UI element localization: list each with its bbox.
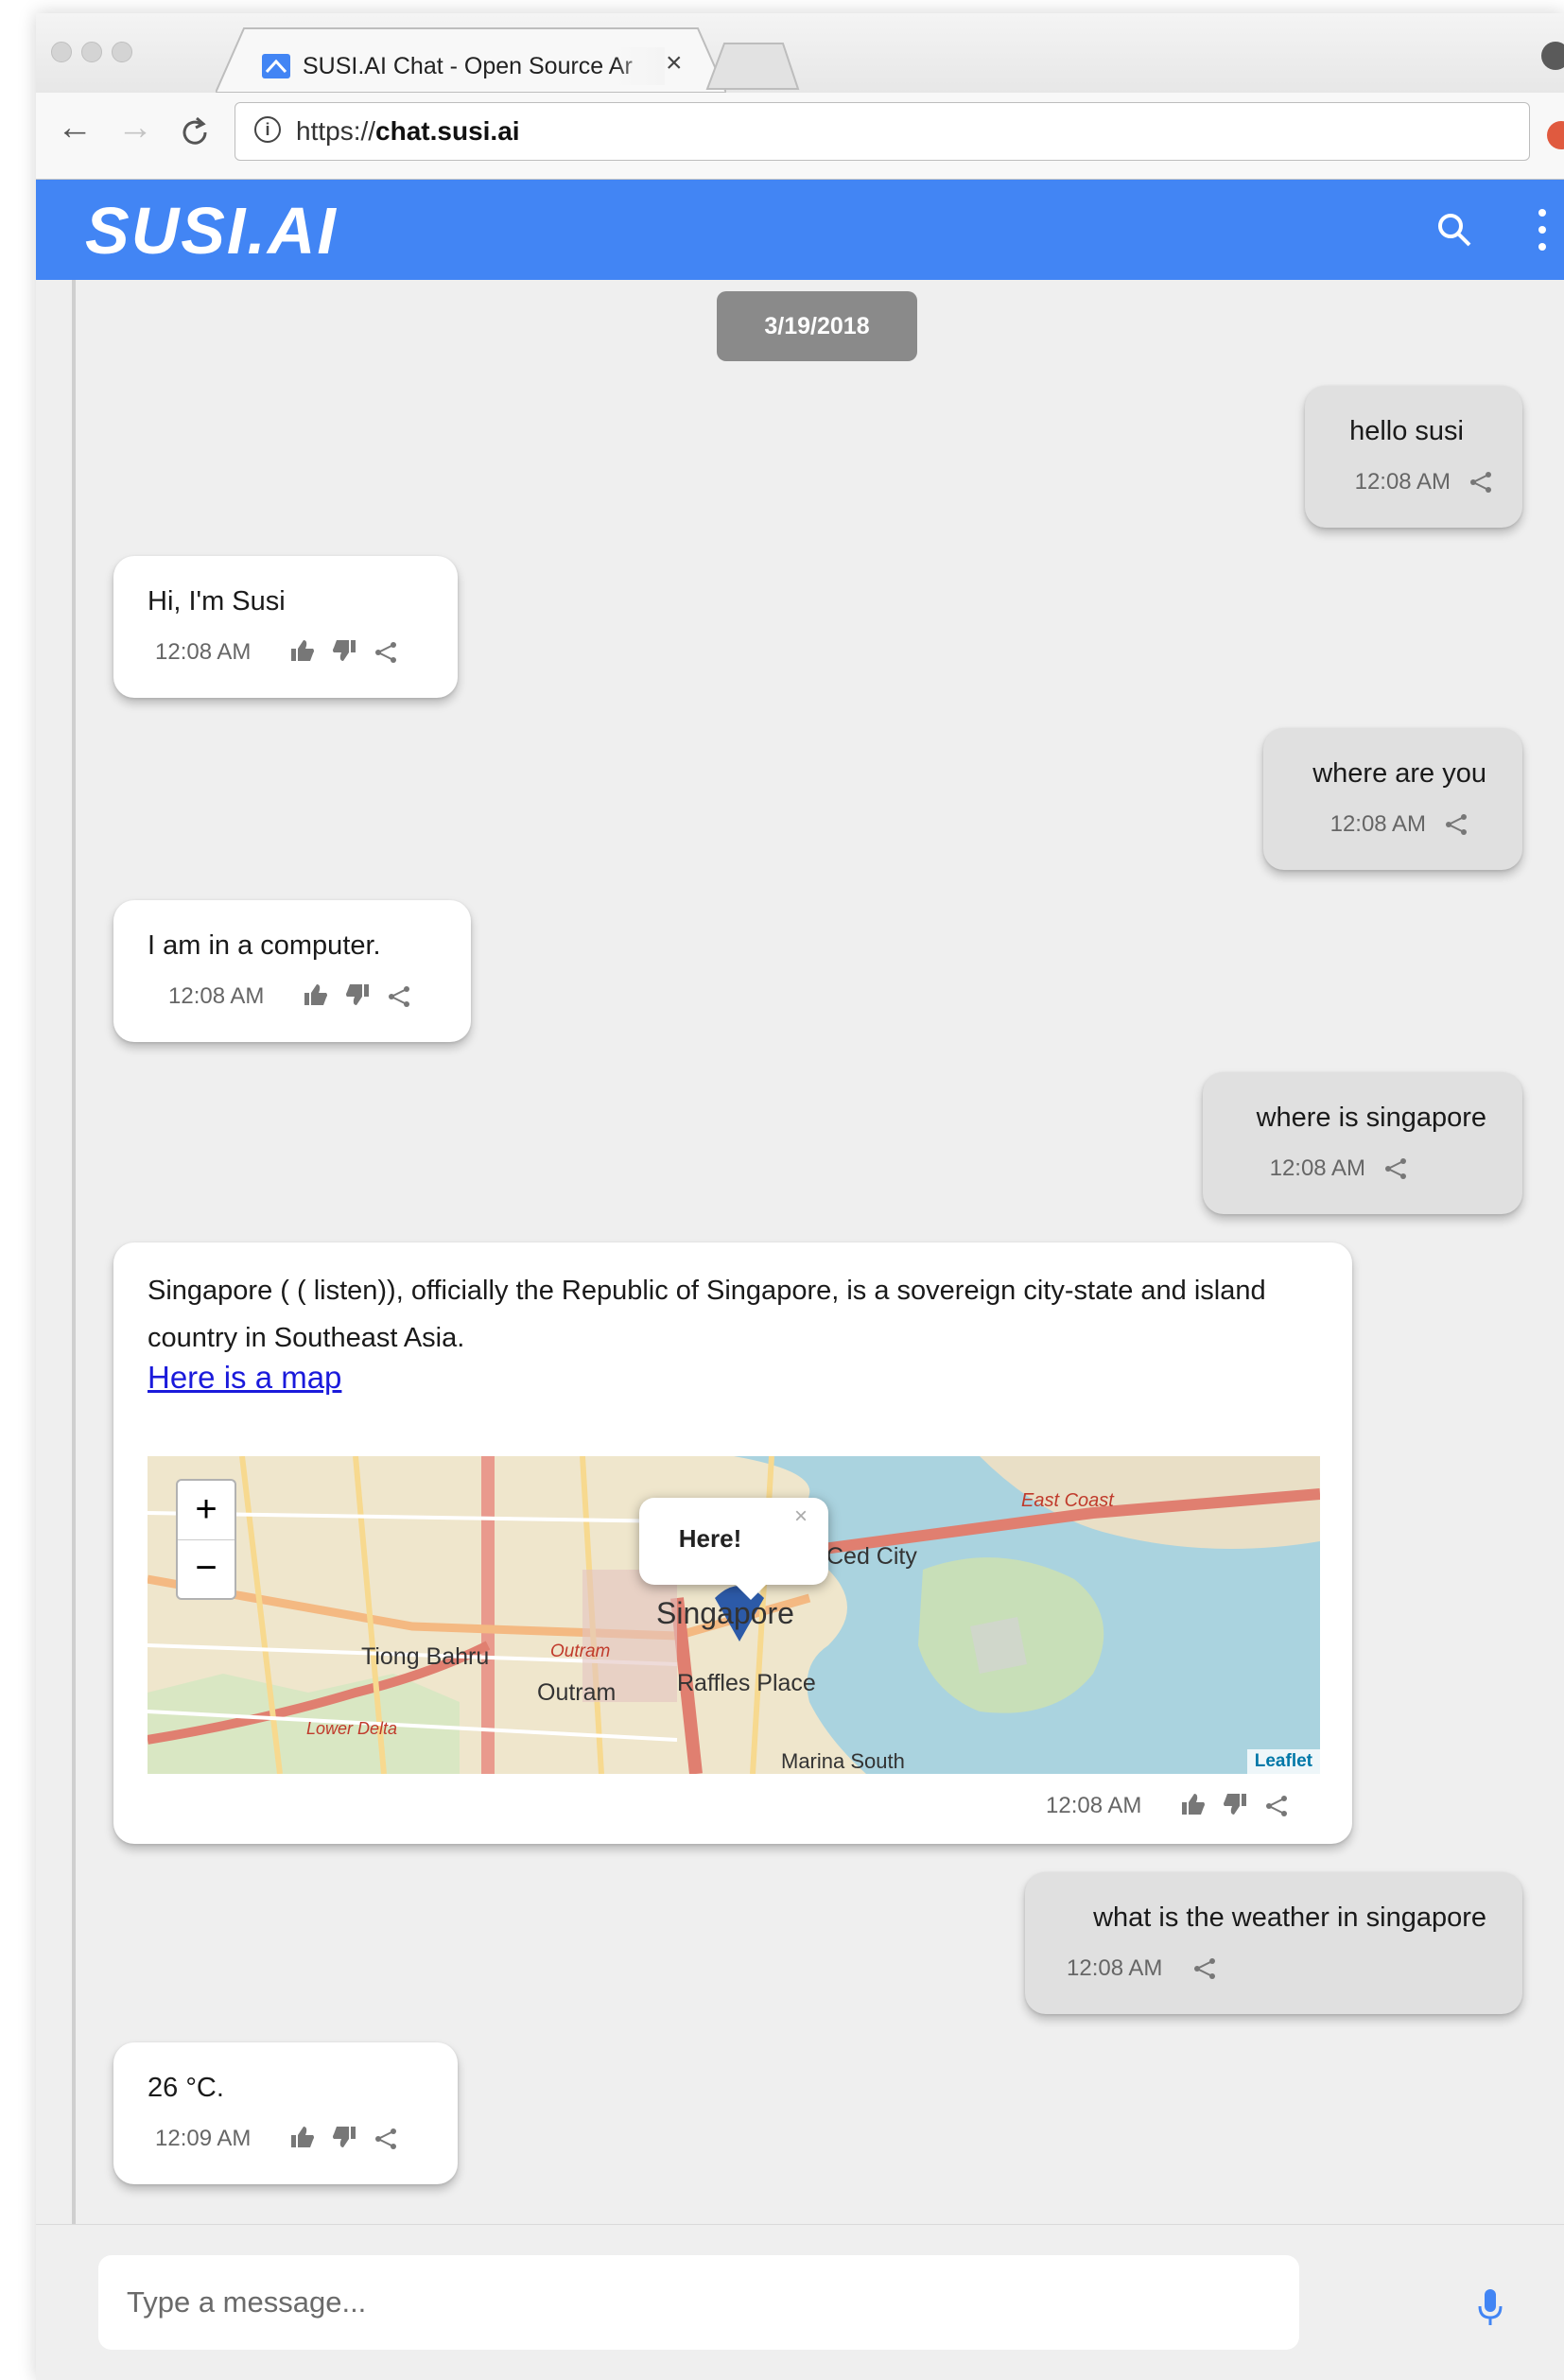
browser-tab-active[interactable]: SUSI.AI Chat - Open Source Ar ×	[216, 26, 726, 93]
browser-window: SUSI.AI Chat - Open Source Ar × ← → i ht…	[36, 13, 1564, 2380]
map-label-marina-south: Marina South	[781, 1749, 905, 1773]
map-link[interactable]: Here is a map	[148, 1360, 341, 1396]
bot-message-map: Singapore ( ( listen)), officially the R…	[113, 1242, 1352, 1844]
window-minimize-button[interactable]	[81, 42, 102, 62]
map-label-outram: Outram	[550, 1642, 611, 1661]
share-icon[interactable]	[1382, 1155, 1409, 1182]
share-icon[interactable]	[1468, 469, 1494, 495]
new-tab-button[interactable]	[705, 40, 800, 91]
message-text: Hi, I'm Susi	[148, 586, 286, 617]
thumbs-up-icon[interactable]	[1180, 1791, 1207, 1817]
thumbs-down-icon[interactable]	[1222, 1791, 1248, 1817]
share-icon[interactable]	[373, 639, 399, 666]
microphone-icon[interactable]	[1477, 2287, 1503, 2329]
date-chip: 3/19/2018	[717, 291, 917, 361]
reload-icon[interactable]	[178, 113, 212, 151]
map-label-tiong-bahru: Tiong Bahru	[361, 1643, 490, 1670]
message-time: 12:09 AM	[155, 2126, 252, 2151]
more-options-icon[interactable]	[1538, 206, 1547, 253]
message-composer	[36, 2224, 1564, 2380]
share-icon[interactable]	[386, 983, 412, 1010]
url-text[interactable]: https://chat.susi.ai	[296, 116, 520, 147]
user-message: where are you 12:08 AM	[1263, 728, 1522, 870]
address-bar[interactable]: i https://chat.susi.ai ☆	[235, 102, 1530, 161]
window-zoom-button[interactable]	[112, 42, 132, 62]
user-message: where is singapore 12:08 AM	[1203, 1072, 1522, 1214]
map-label-east-coast: East Coast	[1021, 1490, 1114, 1511]
message-text: where are you	[1312, 758, 1486, 789]
message-text: where is singapore	[1256, 1103, 1486, 1133]
forward-arrow-icon[interactable]: →	[117, 108, 153, 148]
map-view[interactable]: Singapore Tiong Bahru Outram Outram Raff…	[148, 1456, 1320, 1774]
browser-tab-strip: SUSI.AI Chat - Open Source Ar ×	[36, 13, 1564, 93]
search-icon[interactable]	[1435, 211, 1473, 249]
map-label-raffles-place: Raffles Place	[677, 1670, 816, 1696]
message-time: 12:08 AM	[155, 639, 252, 665]
message-text: I am in a computer.	[148, 930, 381, 961]
message-time: 12:08 AM	[1269, 1155, 1365, 1181]
user-message: hello susi 12:08 AM	[1305, 386, 1522, 528]
thumbs-up-icon[interactable]	[303, 982, 329, 1008]
thumbs-down-icon[interactable]	[331, 637, 357, 664]
map-label-city: Ced City	[826, 1543, 917, 1570]
user-message: what is the weather in singapore 12:08 A…	[1025, 1872, 1522, 2014]
thumbs-down-icon[interactable]	[331, 2124, 357, 2150]
tab-title-fade	[613, 47, 665, 85]
message-text: what is the weather in singapore	[1093, 1902, 1486, 1933]
bot-message: Hi, I'm Susi 12:08 AM	[113, 556, 458, 698]
map-label-lower-delta: Lower Delta	[306, 1719, 398, 1738]
popup-close-icon[interactable]: ×	[794, 1503, 808, 1530]
share-icon[interactable]	[373, 2126, 399, 2152]
profile-icon[interactable]	[1541, 42, 1564, 70]
back-arrow-icon[interactable]: ←	[57, 108, 93, 148]
message-time: 12:08 AM	[168, 983, 265, 1009]
share-icon[interactable]	[1263, 1793, 1290, 1819]
extension-icon[interactable]	[1547, 121, 1564, 149]
map-label-outram-park: Outram	[537, 1679, 617, 1706]
message-input[interactable]	[98, 2255, 1299, 2350]
url-host: chat.susi.ai	[375, 116, 520, 146]
url-scheme: https://	[296, 116, 376, 146]
bot-message: 26 °C. 12:09 AM	[113, 2042, 458, 2184]
bot-message: I am in a computer. 12:08 AM	[113, 900, 471, 1042]
share-icon[interactable]	[1191, 1955, 1218, 1982]
thumbs-up-icon[interactable]	[289, 2124, 316, 2150]
map-popup-label: Here!	[678, 1524, 742, 1553]
message-time: 12:08 AM	[1354, 469, 1451, 495]
share-icon[interactable]	[1443, 811, 1469, 838]
message-time: 12:08 AM	[1067, 1955, 1163, 1981]
browser-toolbar: ← → i https://chat.susi.ai ☆	[36, 93, 1564, 180]
app-header: SUSI.AI	[36, 180, 1564, 280]
popup-tip	[734, 1583, 768, 1600]
tab-close-icon[interactable]: ×	[666, 47, 683, 79]
thumbs-up-icon[interactable]	[289, 637, 316, 664]
message-text: 26 °C.	[148, 2073, 224, 2103]
susi-favicon-icon	[262, 54, 290, 78]
leaflet-attribution[interactable]: Leaflet	[1246, 1749, 1320, 1774]
message-text: hello susi	[1349, 416, 1464, 446]
message-time: 12:08 AM	[1329, 811, 1426, 837]
susi-logo[interactable]: SUSI.AI	[85, 193, 338, 269]
map-label-singapore: Singapore	[656, 1596, 794, 1630]
tab-title: SUSI.AI Chat - Open Source Ar	[303, 53, 633, 79]
site-info-icon[interactable]: i	[254, 116, 281, 143]
message-pane[interactable]: 3/19/2018 hello susi 12:08 AM Hi, I'm Su…	[36, 280, 1564, 2380]
message-text: Singapore ( ( listen)), officially the R…	[148, 1276, 1266, 1353]
pane-divider	[72, 280, 76, 2380]
zoom-in-button[interactable]: +	[178, 1481, 235, 1540]
window-close-button[interactable]	[51, 42, 72, 62]
zoom-out-button[interactable]: −	[178, 1539, 235, 1598]
message-time: 12:08 AM	[1046, 1793, 1142, 1818]
thumbs-down-icon[interactable]	[344, 982, 371, 1008]
map-popup: Here! ×	[639, 1498, 828, 1585]
map-zoom-control: + −	[176, 1479, 236, 1600]
